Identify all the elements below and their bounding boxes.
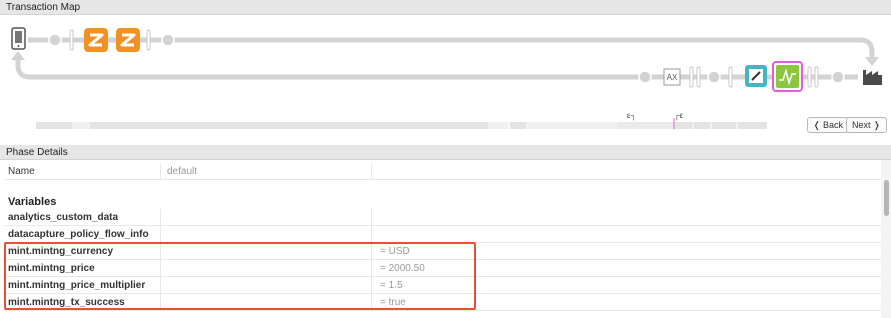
flow-node[interactable] (161, 33, 175, 47)
highlight-box (4, 242, 476, 310)
variable-name: analytics_custom_data (8, 212, 119, 223)
flow-arrow-down (865, 57, 879, 66)
transaction-map-title: Transaction Map (6, 2, 81, 13)
mobile-device-icon[interactable] (11, 27, 26, 50)
variable-type-cell (160, 209, 371, 226)
timeline[interactable] (36, 118, 767, 129)
factory-icon[interactable] (863, 70, 882, 85)
flow-arrow-up (11, 51, 25, 60)
ax-label: AX (667, 73, 678, 82)
activity-icon[interactable] (772, 61, 803, 92)
phase-details-title: Phase Details (6, 147, 68, 158)
shuffle-icon[interactable] (84, 28, 108, 52)
variable-name: datacapture_policy_flow_info (8, 229, 149, 240)
name-extra-cell (371, 163, 881, 180)
shuffle-icon[interactable] (116, 28, 140, 52)
transaction-map: AX ε┐ ┌ε (0, 15, 891, 145)
timeline-marker-end: ┌ε (674, 111, 684, 121)
flow-bar (69, 29, 74, 51)
flow-bar (728, 66, 733, 88)
flow-node[interactable] (831, 70, 845, 84)
name-value: default (160, 163, 371, 180)
flow-bar (696, 66, 701, 88)
name-row: Name default (5, 163, 881, 180)
variable-row[interactable]: analytics_custom_data (5, 209, 881, 226)
variable-row[interactable]: datacapture_policy_flow_info (5, 226, 881, 243)
flow-node[interactable] (48, 33, 62, 47)
variable-type-cell (160, 226, 371, 243)
flow-bar (807, 66, 812, 88)
flow-bar (814, 66, 819, 88)
next-button[interactable]: Next ❭ (846, 117, 887, 133)
scrollbar-thumb[interactable] (884, 180, 889, 216)
flow-bar (146, 29, 151, 51)
top-flow-track (28, 37, 875, 57)
transaction-map-header: Transaction Map (0, 0, 891, 15)
ax-icon[interactable]: AX (663, 68, 681, 86)
flow-bar (689, 66, 694, 88)
vertical-scrollbar[interactable] (881, 160, 891, 318)
back-button[interactable]: ❬ Back (807, 117, 850, 133)
transaction-map-canvas: AX ε┐ ┌ε (11, 27, 882, 129)
flow-node[interactable] (638, 70, 652, 84)
phase-details-header: Phase Details (0, 145, 891, 160)
flow-node[interactable] (707, 70, 721, 84)
name-label: Name (8, 166, 35, 177)
variables-title: Variables (8, 196, 57, 208)
edit-icon[interactable] (745, 65, 767, 87)
variable-value (371, 226, 881, 243)
timeline-marker-start: ε┐ (627, 111, 636, 121)
variable-value (371, 209, 881, 226)
